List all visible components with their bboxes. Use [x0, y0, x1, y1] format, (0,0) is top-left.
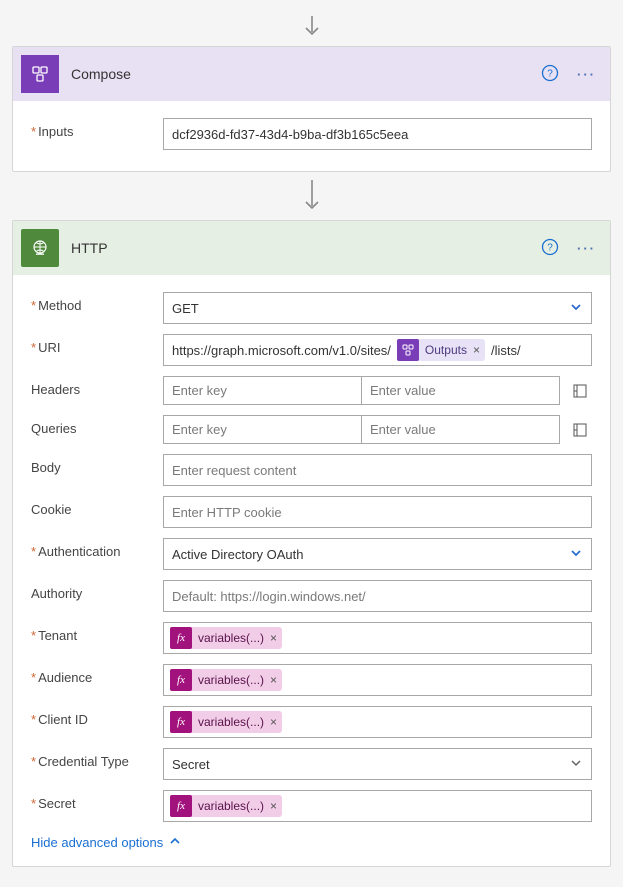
- authentication-value: Active Directory OAuth: [172, 547, 304, 562]
- body-placeholder: Enter request content: [172, 463, 296, 478]
- compose-icon: [21, 55, 59, 93]
- authority-input[interactable]: Default: https://login.windows.net/: [163, 580, 592, 612]
- hide-advanced-label: Hide advanced options: [31, 835, 163, 850]
- compose-action-card: Compose ? ··· Inputs dcf2936d-fd37-43d4-…: [12, 46, 611, 172]
- fx-token-label: variables(...): [198, 715, 264, 729]
- credential-type-label: Credential Type: [31, 748, 155, 769]
- help-icon[interactable]: ?: [541, 238, 559, 259]
- fx-token-label: variables(...): [198, 799, 264, 813]
- client-id-field[interactable]: fx variables(...) ×: [163, 706, 592, 738]
- fx-token-label: variables(...): [198, 673, 264, 687]
- chevron-down-icon: [569, 756, 583, 773]
- tenant-field[interactable]: fx variables(...) ×: [163, 622, 592, 654]
- http-icon: [21, 229, 59, 267]
- uri-text-prefix: https://graph.microsoft.com/v1.0/sites/: [170, 343, 393, 358]
- http-header[interactable]: HTTP ? ···: [13, 221, 610, 275]
- uri-field[interactable]: https://graph.microsoft.com/v1.0/sites/ …: [163, 334, 592, 366]
- queries-label: Queries: [31, 415, 155, 436]
- method-select[interactable]: GET: [163, 292, 592, 324]
- authority-placeholder: Default: https://login.windows.net/: [172, 589, 366, 604]
- secret-label: Secret: [31, 790, 155, 811]
- authority-label: Authority: [31, 580, 155, 601]
- fx-token[interactable]: fx variables(...) ×: [170, 669, 282, 691]
- http-action-card: HTTP ? ··· Method GET URI https://graph.…: [12, 220, 611, 867]
- queries-value-input[interactable]: Enter value: [362, 416, 559, 443]
- client-id-label: Client ID: [31, 706, 155, 727]
- cookie-label: Cookie: [31, 496, 155, 517]
- hide-advanced-options-link[interactable]: Hide advanced options: [31, 835, 181, 850]
- connector-arrow-top: [12, 16, 611, 40]
- tenant-label: Tenant: [31, 622, 155, 643]
- cookie-input[interactable]: Enter HTTP cookie: [163, 496, 592, 528]
- uri-text-suffix: /lists/: [489, 343, 523, 358]
- more-menu-icon[interactable]: ···: [577, 241, 596, 256]
- audience-label: Audience: [31, 664, 155, 685]
- switch-to-text-mode-icon[interactable]: [568, 383, 592, 399]
- authentication-label: Authentication: [31, 538, 155, 559]
- fx-icon: fx: [170, 795, 192, 817]
- help-icon[interactable]: ?: [541, 64, 559, 85]
- compose-token-icon: [397, 339, 419, 361]
- svg-text:?: ?: [547, 68, 553, 79]
- headers-kv-row: Enter key Enter value: [163, 376, 560, 405]
- token-remove-icon[interactable]: ×: [270, 715, 277, 729]
- fx-token[interactable]: fx variables(...) ×: [170, 795, 282, 817]
- audience-field[interactable]: fx variables(...) ×: [163, 664, 592, 696]
- outputs-token-label: Outputs: [425, 343, 467, 357]
- headers-key-input[interactable]: Enter key: [164, 377, 362, 404]
- switch-to-text-mode-icon[interactable]: [568, 422, 592, 438]
- queries-kv-row: Enter key Enter value: [163, 415, 560, 444]
- fx-token-label: variables(...): [198, 631, 264, 645]
- secret-field[interactable]: fx variables(...) ×: [163, 790, 592, 822]
- queries-key-input[interactable]: Enter key: [164, 416, 362, 443]
- body-label: Body: [31, 454, 155, 475]
- body-input[interactable]: Enter request content: [163, 454, 592, 486]
- outputs-token[interactable]: Outputs ×: [397, 339, 485, 361]
- headers-label: Headers: [31, 376, 155, 397]
- http-body: Method GET URI https://graph.microsoft.c…: [13, 275, 610, 866]
- chevron-down-icon: [569, 300, 583, 317]
- method-label: Method: [31, 292, 155, 313]
- cookie-placeholder: Enter HTTP cookie: [172, 505, 282, 520]
- headers-value-input[interactable]: Enter value: [362, 377, 559, 404]
- credential-type-value: Secret: [172, 757, 210, 772]
- token-remove-icon[interactable]: ×: [270, 799, 277, 813]
- http-title: HTTP: [71, 240, 529, 256]
- token-remove-icon[interactable]: ×: [270, 631, 277, 645]
- compose-body: Inputs dcf2936d-fd37-43d4-b9ba-df3b165c5…: [13, 101, 610, 171]
- token-remove-icon[interactable]: ×: [270, 673, 277, 687]
- chevron-up-icon: [169, 835, 181, 850]
- svg-text:?: ?: [547, 242, 553, 253]
- uri-label: URI: [31, 334, 155, 355]
- fx-token[interactable]: fx variables(...) ×: [170, 711, 282, 733]
- token-remove-icon[interactable]: ×: [473, 343, 480, 357]
- fx-icon: fx: [170, 627, 192, 649]
- fx-icon: fx: [170, 669, 192, 691]
- compose-inputs-value: dcf2936d-fd37-43d4-b9ba-df3b165c5eea: [172, 127, 408, 142]
- connector-arrow-mid: [12, 180, 611, 214]
- compose-title: Compose: [71, 66, 529, 82]
- method-value: GET: [172, 301, 199, 316]
- compose-header[interactable]: Compose ? ···: [13, 47, 610, 101]
- chevron-down-icon: [569, 546, 583, 563]
- authentication-select[interactable]: Active Directory OAuth: [163, 538, 592, 570]
- credential-type-select[interactable]: Secret: [163, 748, 592, 780]
- inputs-label: Inputs: [31, 118, 155, 139]
- fx-token[interactable]: fx variables(...) ×: [170, 627, 282, 649]
- more-menu-icon[interactable]: ···: [577, 67, 596, 82]
- fx-icon: fx: [170, 711, 192, 733]
- compose-inputs-field[interactable]: dcf2936d-fd37-43d4-b9ba-df3b165c5eea: [163, 118, 592, 150]
